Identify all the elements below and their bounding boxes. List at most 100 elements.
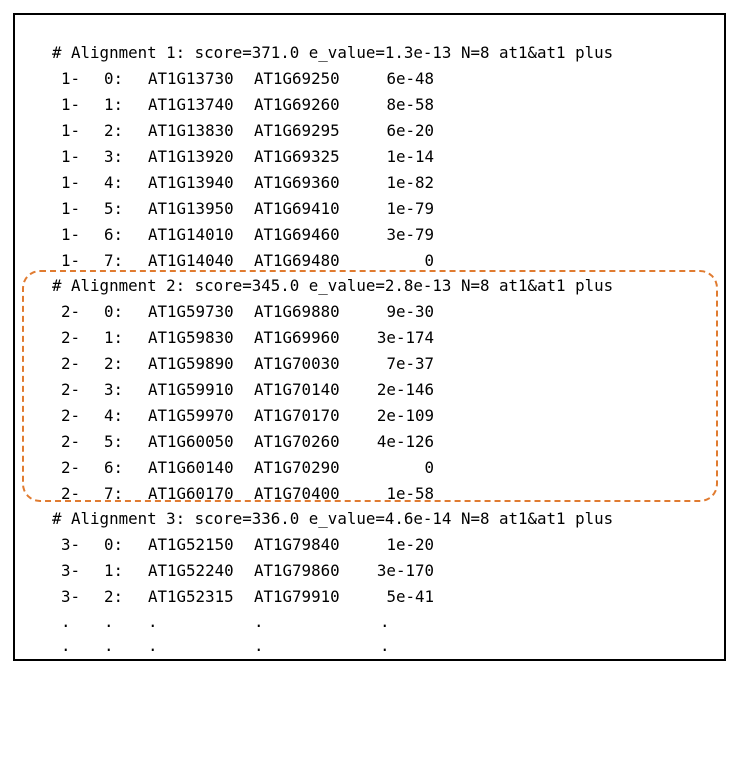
pair-index: 6: — [104, 458, 124, 477]
pair-index: 4: — [104, 406, 124, 425]
alignment-id: 1- — [61, 173, 81, 192]
gene-a: AT1G52150 — [148, 535, 234, 554]
gene-b: AT1G69260 — [254, 95, 340, 114]
ellipsis-dot: . — [104, 612, 114, 631]
alignment-header: # Alignment 2: score=345.0 e_value=2.8e-… — [52, 276, 614, 295]
ellipsis-dot: . — [148, 612, 158, 631]
alignment-id: 3- — [61, 535, 81, 554]
gene-a: AT1G13920 — [148, 147, 234, 166]
gene-b: AT1G69360 — [254, 173, 340, 192]
table-row: 1- 7: AT1G14040 AT1G69480 0 — [0, 251, 434, 271]
gene-a: AT1G14010 — [148, 225, 234, 244]
gene-a: AT1G13740 — [148, 95, 234, 114]
table-row: 2- 4: AT1G59970 AT1G70170 2e-109 — [0, 406, 434, 426]
pair-index: 5: — [104, 432, 124, 451]
gene-b: AT1G69250 — [254, 69, 340, 88]
e-value: 6e-48 — [386, 69, 434, 88]
table-row: 1- 5: AT1G13950 AT1G69410 1e-79 — [0, 199, 434, 219]
gene-a: AT1G13950 — [148, 199, 234, 218]
gene-a: AT1G13940 — [148, 173, 234, 192]
gene-a: AT1G60170 — [148, 484, 234, 503]
table-row: 2- 6: AT1G60140 AT1G70290 0 — [0, 458, 434, 478]
pair-index: 7: — [104, 484, 124, 503]
alignment-id: 1- — [61, 95, 81, 114]
pair-index: 3: — [104, 147, 124, 166]
e-value: 3e-170 — [376, 561, 434, 580]
table-row: 2- 3: AT1G59910 AT1G70140 2e-146 — [0, 380, 434, 400]
gene-b: AT1G79910 — [254, 587, 340, 606]
alignment-id: 2- — [61, 302, 81, 321]
alignment-header: # Alignment 3: score=336.0 e_value=4.6e-… — [52, 509, 614, 528]
e-value: 9e-30 — [386, 302, 434, 321]
alignment-id: 1- — [61, 199, 81, 218]
e-value: 7e-37 — [386, 354, 434, 373]
gene-b: AT1G79840 — [254, 535, 340, 554]
alignment-id: 3- — [61, 587, 81, 606]
ellipsis-dot: . — [61, 612, 71, 631]
e-value: 3e-174 — [376, 328, 434, 347]
e-value: 1e-58 — [386, 484, 434, 503]
gene-a: AT1G60140 — [148, 458, 234, 477]
alignment-id: 1- — [61, 251, 81, 270]
alignment-id: 2- — [61, 432, 81, 451]
alignment-id: 1- — [61, 69, 81, 88]
pair-index: 2: — [104, 587, 124, 606]
alignment-id: 2- — [61, 354, 81, 373]
gene-a: AT1G59890 — [148, 354, 234, 373]
alignment-id: 1- — [61, 147, 81, 166]
alignment-id: 2- — [61, 380, 81, 399]
alignment-id: 1- — [61, 121, 81, 140]
e-value: 5e-41 — [386, 587, 434, 606]
pair-index: 0: — [104, 535, 124, 554]
gene-b: AT1G69960 — [254, 328, 340, 347]
pair-index: 4: — [104, 173, 124, 192]
e-value: 4e-126 — [376, 432, 434, 451]
gene-b: AT1G69410 — [254, 199, 340, 218]
e-value: 1e-82 — [386, 173, 434, 192]
pair-index: 1: — [104, 328, 124, 347]
e-value: 2e-146 — [376, 380, 434, 399]
pair-index: 2: — [104, 121, 124, 140]
gene-b: AT1G69325 — [254, 147, 340, 166]
gene-a: AT1G59730 — [148, 302, 234, 321]
table-row: 1- 3: AT1G13920 AT1G69325 1e-14 — [0, 147, 434, 167]
ellipsis-dot: . — [380, 636, 390, 655]
table-row: 3- 2: AT1G52315 AT1G79910 5e-41 — [0, 587, 434, 607]
gene-b: AT1G70140 — [254, 380, 340, 399]
ellipsis-dot: . — [104, 636, 114, 655]
alignment-id: 3- — [61, 561, 81, 580]
table-row: 3- 0: AT1G52150 AT1G79840 1e-20 — [0, 535, 434, 555]
pair-index: 1: — [104, 561, 124, 580]
table-row: 1- 6: AT1G14010 AT1G69460 3e-79 — [0, 225, 434, 245]
gene-b: AT1G69295 — [254, 121, 340, 140]
gene-b: AT1G70030 — [254, 354, 340, 373]
ellipsis-dot: . — [254, 636, 264, 655]
e-value: 2e-109 — [376, 406, 434, 425]
ellipsis-dot: . — [254, 612, 264, 631]
pair-index: 2: — [104, 354, 124, 373]
alignment-id: 2- — [61, 328, 81, 347]
ellipsis-dot: . — [148, 636, 158, 655]
gene-b: AT1G70400 — [254, 484, 340, 503]
gene-a: AT1G60050 — [148, 432, 234, 451]
pair-index: 1: — [104, 95, 124, 114]
gene-a: AT1G52315 — [148, 587, 234, 606]
gene-b: AT1G69880 — [254, 302, 340, 321]
e-value: 1e-20 — [386, 535, 434, 554]
pair-index: 6: — [104, 225, 124, 244]
gene-b: AT1G69480 — [254, 251, 340, 270]
gene-a: AT1G59970 — [148, 406, 234, 425]
pair-index: 3: — [104, 380, 124, 399]
gene-a: AT1G13830 — [148, 121, 234, 140]
alignment-id: 2- — [61, 458, 81, 477]
e-value: 8e-58 — [386, 95, 434, 114]
alignment-header: # Alignment 1: score=371.0 e_value=1.3e-… — [52, 43, 614, 62]
table-row: 2- 0: AT1G59730 AT1G69880 9e-30 — [0, 302, 434, 322]
pair-index: 5: — [104, 199, 124, 218]
pair-index: 0: — [104, 302, 124, 321]
e-value: 1e-79 — [386, 199, 434, 218]
gene-b: AT1G70290 — [254, 458, 340, 477]
pair-index: 0: — [104, 69, 124, 88]
e-value: 1e-14 — [386, 147, 434, 166]
gene-a: AT1G52240 — [148, 561, 234, 580]
